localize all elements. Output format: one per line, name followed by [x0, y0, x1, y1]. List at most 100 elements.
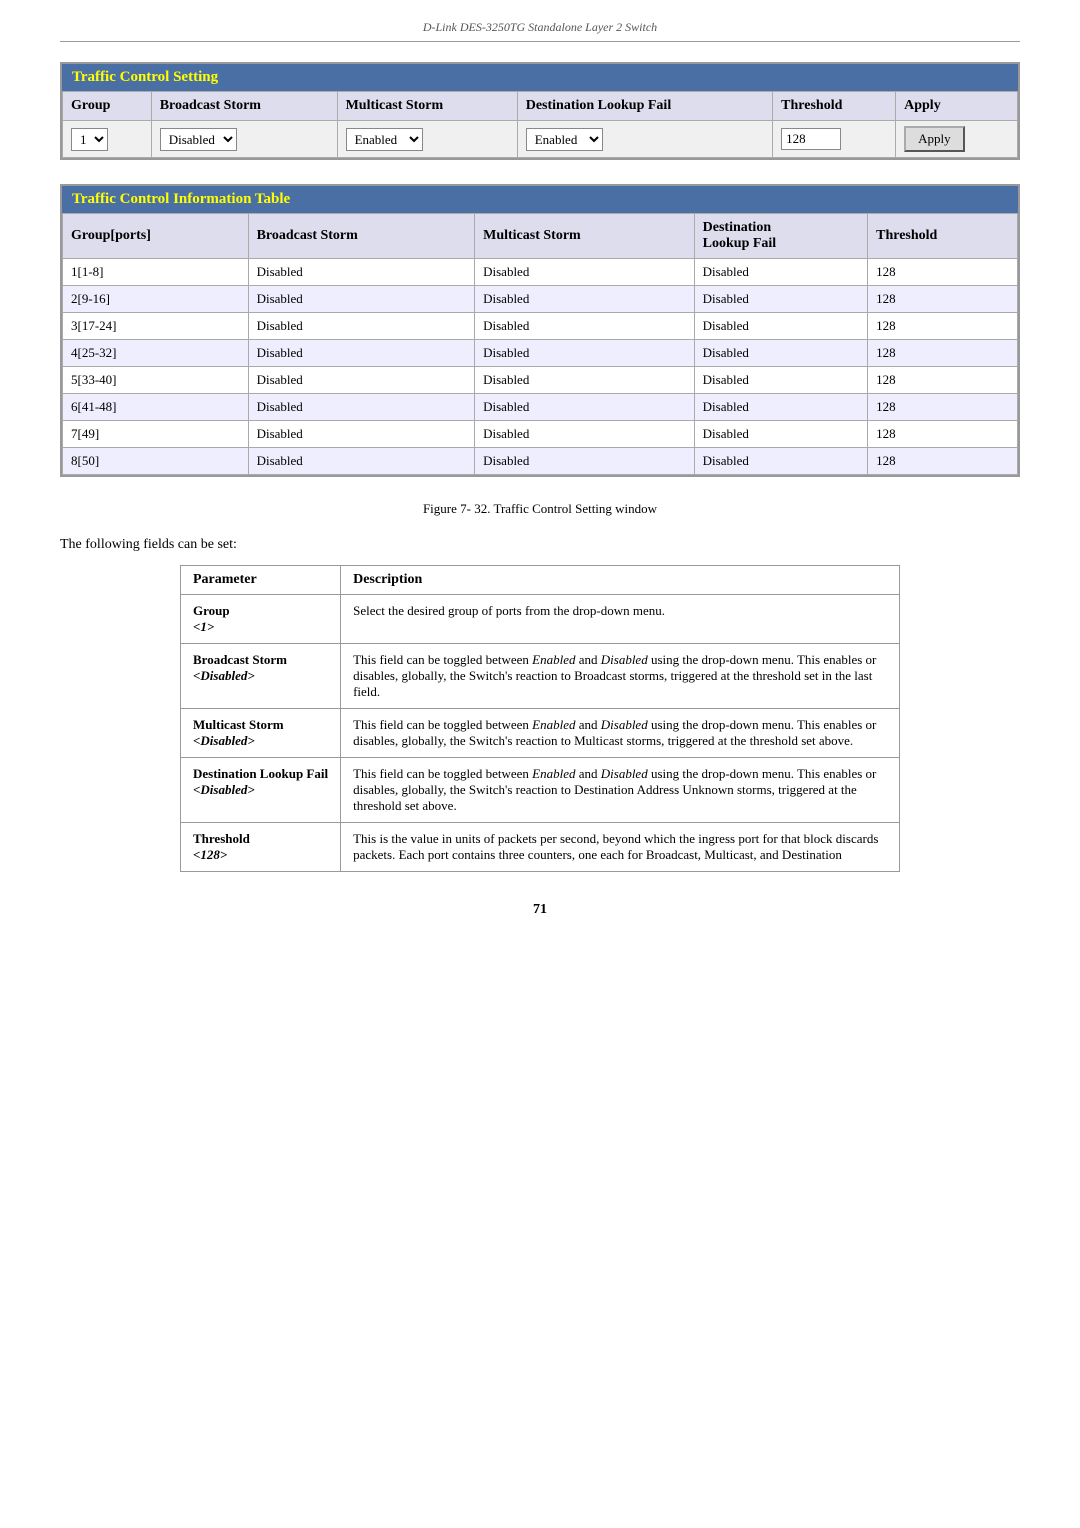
col-dest-lookup: Destination Lookup Fail	[517, 92, 772, 121]
param-description: This field can be toggled between Enable…	[341, 644, 900, 709]
info-cell-broadcast: Disabled	[248, 340, 475, 367]
param-description: This is the value in units of packets pe…	[341, 823, 900, 872]
info-cell-dest: Disabled	[694, 340, 867, 367]
info-cell-dest: Disabled	[694, 313, 867, 340]
info-cell-broadcast: Disabled	[248, 313, 475, 340]
param-name: Multicast Storm <Disabled>	[181, 709, 341, 758]
table-row: 7[49]DisabledDisabledDisabled128	[63, 421, 1018, 448]
table-row: 5[33-40]DisabledDisabledDisabled128	[63, 367, 1018, 394]
param-name: Group <1>	[181, 595, 341, 644]
info-cell-multicast: Disabled	[475, 394, 695, 421]
info-cell-group: 7[49]	[63, 421, 249, 448]
col-threshold: Threshold	[773, 92, 896, 121]
traffic-control-info-title: Traffic Control Information Table	[62, 186, 1018, 213]
dest-lookup-cell: Enabled Disabled	[517, 121, 772, 158]
broadcast-storm-select[interactable]: Disabled Enabled	[160, 128, 237, 151]
info-cell-group: 3[17-24]	[63, 313, 249, 340]
table-row: 6[41-48]DisabledDisabledDisabled128	[63, 394, 1018, 421]
info-cell-threshold: 128	[868, 421, 1018, 448]
group-cell: 1 2 3 4 5 6 7 8	[63, 121, 152, 158]
info-cell-multicast: Disabled	[475, 313, 695, 340]
param-row: Group <1>Select the desired group of por…	[181, 595, 900, 644]
info-cell-threshold: 128	[868, 286, 1018, 313]
param-row: Multicast Storm <Disabled>This field can…	[181, 709, 900, 758]
group-select[interactable]: 1 2 3 4 5 6 7 8	[71, 128, 108, 151]
info-cell-dest: Disabled	[694, 286, 867, 313]
following-text: The following fields can be set:	[60, 537, 1020, 553]
info-col-group: Group[ports]	[63, 214, 249, 259]
threshold-input[interactable]	[781, 128, 841, 150]
multicast-storm-cell: Enabled Disabled	[337, 121, 517, 158]
col-group: Group	[63, 92, 152, 121]
info-cell-threshold: 128	[868, 394, 1018, 421]
info-cell-dest: Disabled	[694, 421, 867, 448]
traffic-control-setting-content: Group Broadcast Storm Multicast Storm De…	[62, 91, 1018, 158]
traffic-control-setting-panel: Traffic Control Setting Group Broadcast …	[60, 62, 1020, 160]
info-cell-dest: Disabled	[694, 448, 867, 475]
traffic-control-info-panel: Traffic Control Information Table Group[…	[60, 184, 1020, 477]
desc-col-header: Description	[341, 566, 900, 595]
param-col-header: Parameter	[181, 566, 341, 595]
traffic-control-setting-title: Traffic Control Setting	[62, 64, 1018, 91]
info-cell-threshold: 128	[868, 448, 1018, 475]
info-cell-threshold: 128	[868, 367, 1018, 394]
info-table: Group[ports] Broadcast Storm Multicast S…	[62, 213, 1018, 475]
col-broadcast-storm: Broadcast Storm	[151, 92, 337, 121]
info-cell-threshold: 128	[868, 259, 1018, 286]
col-multicast-storm: Multicast Storm	[337, 92, 517, 121]
settings-row: 1 2 3 4 5 6 7 8 Disabled E	[63, 121, 1018, 158]
param-name: Broadcast Storm <Disabled>	[181, 644, 341, 709]
table-row: 1[1-8]DisabledDisabledDisabled128	[63, 259, 1018, 286]
info-cell-group: 8[50]	[63, 448, 249, 475]
param-name: Destination Lookup Fail <Disabled>	[181, 758, 341, 823]
param-description: This field can be toggled between Enable…	[341, 758, 900, 823]
param-name: Threshold <128>	[181, 823, 341, 872]
info-cell-broadcast: Disabled	[248, 448, 475, 475]
info-cell-multicast: Disabled	[475, 259, 695, 286]
table-row: 8[50]DisabledDisabledDisabled128	[63, 448, 1018, 475]
param-table: Parameter Description Group <1>Select th…	[180, 565, 900, 872]
info-cell-dest: Disabled	[694, 259, 867, 286]
info-cell-broadcast: Disabled	[248, 421, 475, 448]
table-row: 2[9-16]DisabledDisabledDisabled128	[63, 286, 1018, 313]
info-cell-broadcast: Disabled	[248, 259, 475, 286]
dest-lookup-select[interactable]: Enabled Disabled	[526, 128, 603, 151]
info-col-threshold: Threshold	[868, 214, 1018, 259]
settings-table: Group Broadcast Storm Multicast Storm De…	[62, 91, 1018, 158]
info-cell-broadcast: Disabled	[248, 286, 475, 313]
info-cell-broadcast: Disabled	[248, 367, 475, 394]
param-description: Select the desired group of ports from t…	[341, 595, 900, 644]
param-row: Threshold <128>This is the value in unit…	[181, 823, 900, 872]
info-col-broadcast: Broadcast Storm	[248, 214, 475, 259]
figure-caption: Figure 7- 32. Traffic Control Setting wi…	[60, 501, 1020, 517]
info-cell-broadcast: Disabled	[248, 394, 475, 421]
info-cell-multicast: Disabled	[475, 367, 695, 394]
info-col-multicast: Multicast Storm	[475, 214, 695, 259]
info-cell-dest: Disabled	[694, 367, 867, 394]
table-row: 3[17-24]DisabledDisabledDisabled128	[63, 313, 1018, 340]
apply-button[interactable]: Apply	[904, 126, 965, 152]
info-cell-group: 5[33-40]	[63, 367, 249, 394]
param-row: Destination Lookup Fail <Disabled>This f…	[181, 758, 900, 823]
table-row: 4[25-32]DisabledDisabledDisabled128	[63, 340, 1018, 367]
info-cell-group: 4[25-32]	[63, 340, 249, 367]
col-apply: Apply	[896, 92, 1018, 121]
apply-cell: Apply	[896, 121, 1018, 158]
header-title: D-Link DES-3250TG Standalone Layer 2 Swi…	[423, 20, 657, 34]
info-cell-multicast: Disabled	[475, 286, 695, 313]
traffic-control-info-content: Group[ports] Broadcast Storm Multicast S…	[62, 213, 1018, 475]
threshold-cell	[773, 121, 896, 158]
param-description: This field can be toggled between Enable…	[341, 709, 900, 758]
info-cell-multicast: Disabled	[475, 448, 695, 475]
info-cell-group: 2[9-16]	[63, 286, 249, 313]
info-cell-group: 1[1-8]	[63, 259, 249, 286]
page-header: D-Link DES-3250TG Standalone Layer 2 Swi…	[60, 20, 1020, 42]
info-cell-multicast: Disabled	[475, 421, 695, 448]
info-cell-threshold: 128	[868, 340, 1018, 367]
info-col-dest: DestinationLookup Fail	[694, 214, 867, 259]
multicast-storm-select[interactable]: Enabled Disabled	[346, 128, 423, 151]
info-cell-multicast: Disabled	[475, 340, 695, 367]
info-cell-dest: Disabled	[694, 394, 867, 421]
info-cell-group: 6[41-48]	[63, 394, 249, 421]
param-row: Broadcast Storm <Disabled>This field can…	[181, 644, 900, 709]
